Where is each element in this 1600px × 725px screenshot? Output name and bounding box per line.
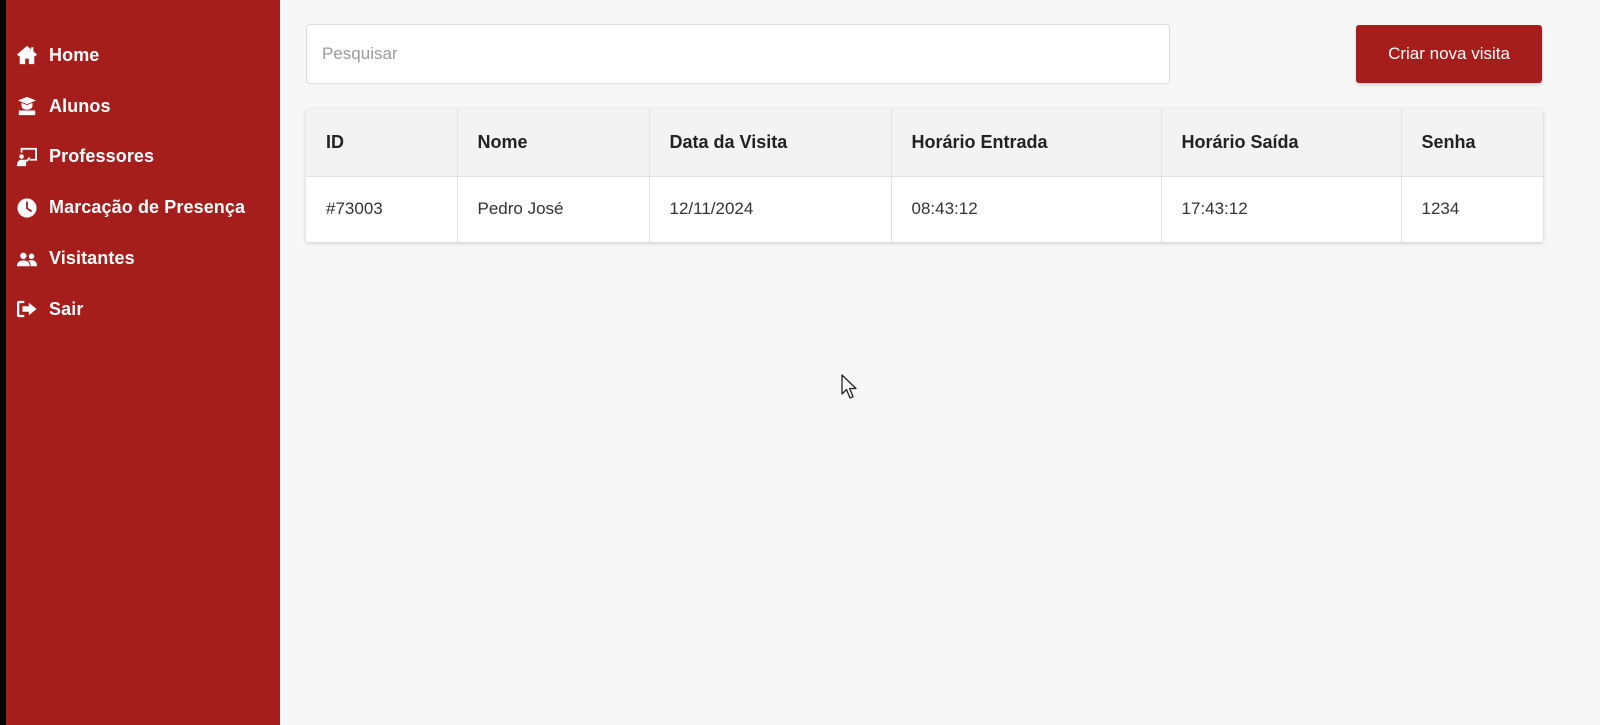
cell-nome: Pedro José — [457, 176, 650, 242]
sidebar-item-label: Home — [49, 44, 100, 65]
sidebar-item-label: Marcação de Presença — [49, 197, 246, 218]
sidebar-item-professores[interactable]: Professores — [6, 132, 280, 183]
sidebar-item-alunos[interactable]: Alunos — [6, 81, 280, 132]
sidebar-item-label: Visitantes — [49, 248, 135, 269]
cell-horario-saida: 17:43:12 — [1161, 176, 1402, 242]
cell-horario-entrada: 08:43:12 — [891, 176, 1162, 242]
column-header-senha[interactable]: Senha — [1401, 109, 1543, 176]
column-header-nome[interactable]: Nome — [457, 109, 650, 176]
app-window: Home Alunos Professores Marcação de Pres… — [6, 0, 1600, 725]
sidebar-item-sair[interactable]: Sair — [6, 284, 280, 335]
sidebar: Home Alunos Professores Marcação de Pres… — [6, 0, 280, 725]
cell-id: #73003 — [306, 176, 458, 242]
search-input[interactable] — [306, 24, 1170, 84]
sidebar-item-home[interactable]: Home — [6, 30, 280, 81]
column-header-horario-entrada[interactable]: Horário Entrada — [891, 109, 1162, 176]
column-header-id[interactable]: ID — [306, 109, 458, 176]
column-header-horario-saida[interactable]: Horário Saída — [1161, 109, 1402, 176]
create-visit-button[interactable]: Criar nova visita — [1356, 25, 1542, 83]
sidebar-item-label: Alunos — [49, 95, 111, 116]
cell-data-visita: 12/11/2024 — [649, 176, 892, 242]
student-icon — [15, 95, 39, 117]
sidebar-item-visitantes[interactable]: Visitantes — [6, 233, 280, 284]
table-header-row: ID Nome Data da Visita Horário Entrada H… — [306, 109, 1543, 176]
users-icon — [15, 248, 39, 270]
mouse-cursor-icon — [841, 374, 857, 399]
sidebar-item-marcacao-presenca[interactable]: Marcação de Presença — [6, 182, 280, 233]
column-header-data-visita[interactable]: Data da Visita — [649, 109, 892, 176]
clock-icon — [15, 197, 39, 219]
cell-senha: 1234 — [1421, 199, 1460, 219]
table-row[interactable]: #73003 Pedro José 12/11/2024 08:43:12 17… — [306, 176, 1543, 242]
home-icon — [15, 44, 39, 66]
visits-table: ID Nome Data da Visita Horário Entrada H… — [306, 109, 1543, 242]
sign-out-icon — [15, 298, 39, 320]
sidebar-item-label: Sair — [49, 298, 84, 319]
sidebar-item-label: Professores — [49, 146, 155, 167]
teacher-icon — [15, 146, 39, 168]
